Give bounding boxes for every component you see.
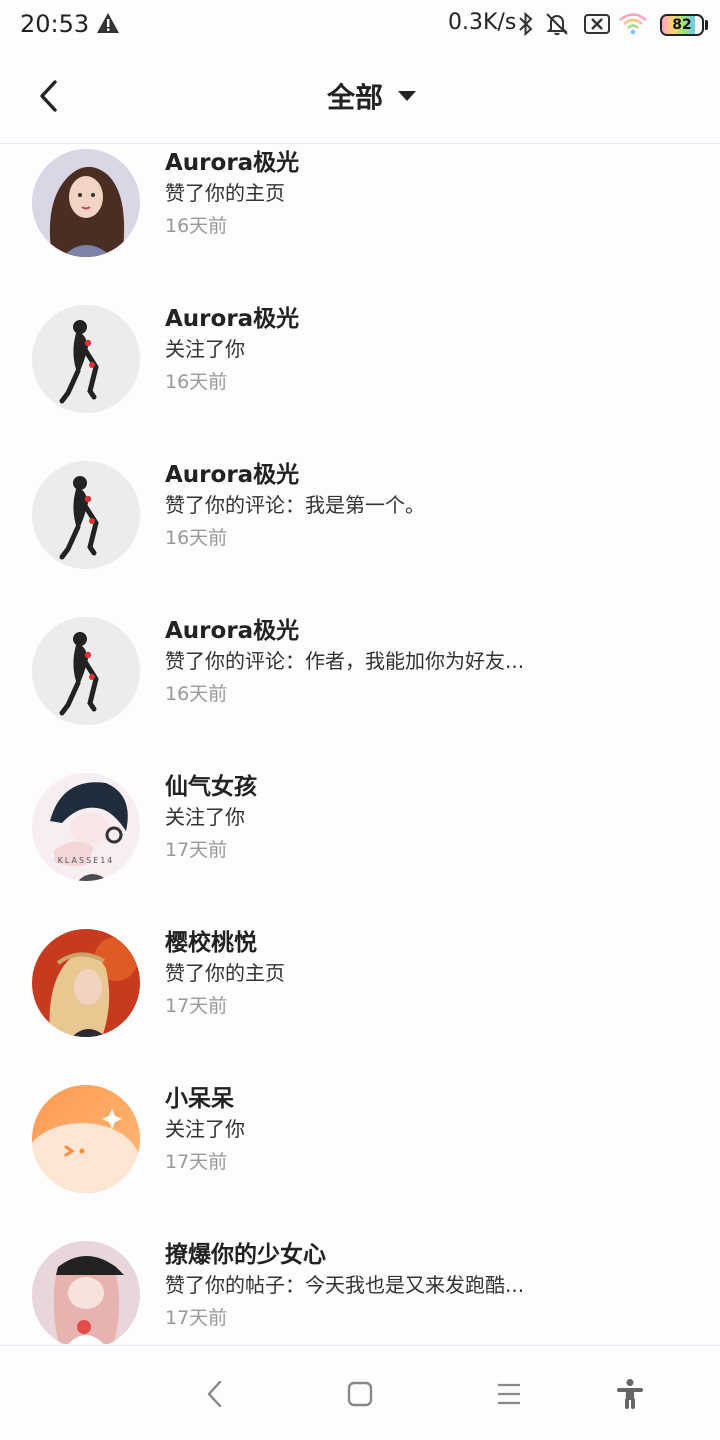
status-time: 20:53	[20, 10, 90, 38]
list-item[interactable]: KLASSE14 仙气女孩 关注了你 17天前	[0, 761, 720, 917]
notification-action: 关注了你	[165, 805, 245, 829]
avatar-watermark-text: KLASSE14	[58, 856, 115, 865]
notification-time: 17天前	[165, 995, 228, 1017]
notification-action: 关注了你	[165, 1117, 245, 1141]
avatar-cap-girl	[32, 1241, 140, 1344]
notification-action: 赞了你的评论：作者，我能加你为好友...	[165, 649, 525, 673]
bluetooth-icon	[519, 11, 533, 37]
battery-icon: 82	[660, 14, 704, 36]
notification-time: 16天前	[165, 683, 228, 705]
avatar-anime-figure	[32, 461, 140, 569]
avatar-sketch-girl: KLASSE14	[32, 773, 140, 881]
list-item[interactable]: Aurora极光 赞了你的评论：我是第一个。 16天前	[0, 449, 720, 605]
battery-cap	[705, 20, 708, 30]
user-name[interactable]: Aurora极光	[165, 145, 299, 177]
list-item[interactable]: Aurora极光 赞了你的主页 16天前	[0, 145, 720, 293]
nav-back-button[interactable]	[196, 1376, 232, 1412]
list-item[interactable]: 小呆呆 关注了你 17天前	[0, 1073, 720, 1229]
avatar-blonde-braid	[32, 929, 140, 1037]
avatar[interactable]: KLASSE14	[32, 773, 140, 881]
avatar[interactable]	[32, 617, 140, 725]
accessibility-icon	[617, 1379, 643, 1409]
notification-time: 16天前	[165, 527, 228, 549]
user-name[interactable]: Aurora极光	[165, 611, 299, 645]
avatar[interactable]	[32, 305, 140, 413]
network-speed: 0.3K/s	[448, 10, 517, 35]
nav-accessibility-button[interactable]	[612, 1376, 648, 1412]
user-name[interactable]: 小呆呆	[165, 1079, 234, 1113]
user-name[interactable]: 樱校桃悦	[165, 923, 257, 957]
list-item[interactable]: Aurora极光 赞了你的评论：作者，我能加你为好友... 16天前	[0, 605, 720, 761]
battery-percent: 82	[672, 17, 692, 33]
menu-icon	[498, 1383, 520, 1405]
page-title: 全部	[326, 81, 383, 114]
notification-action: 赞了你的主页	[165, 181, 285, 205]
user-name[interactable]: 仙气女孩	[165, 767, 257, 801]
list-item[interactable]: 撩爆你的少女心 赞了你的帖子：今天我也是又来发跑酷... 17天前	[0, 1229, 720, 1344]
wifi-icon	[619, 13, 647, 35]
system-nav-bar	[0, 1345, 720, 1440]
avatar[interactable]	[32, 149, 140, 257]
list-item[interactable]: Aurora极光 关注了你 16天前	[0, 293, 720, 449]
notification-action: 赞了你的评论：我是第一个。	[165, 493, 425, 517]
list-item[interactable]: 樱校桃悦 赞了你的主页 17天前	[0, 917, 720, 1073]
notification-time: 17天前	[165, 1307, 228, 1329]
notification-action: 关注了你	[165, 337, 245, 361]
notification-time: 16天前	[165, 215, 228, 237]
notification-list: Aurora极光 赞了你的主页 16天前 Aurora极光 关注了你 16天前	[0, 145, 720, 1344]
sim-off-icon	[584, 14, 610, 34]
nav-menu-button[interactable]	[491, 1376, 527, 1412]
avatar-curly-girl	[32, 149, 140, 257]
avatar[interactable]	[32, 929, 140, 1037]
user-name[interactable]: Aurora极光	[165, 455, 299, 489]
back-icon	[207, 1380, 222, 1408]
caret-down-icon	[398, 91, 416, 101]
filter-dropdown[interactable]: 全部	[0, 76, 720, 116]
avatar[interactable]	[32, 1241, 140, 1344]
avatar[interactable]	[32, 461, 140, 569]
home-icon	[347, 1381, 373, 1407]
notification-time: 17天前	[165, 1151, 228, 1173]
notification-action: 赞了你的帖子：今天我也是又来发跑酷...	[165, 1273, 525, 1297]
user-name[interactable]: Aurora极光	[165, 299, 299, 333]
notification-action: 赞了你的主页	[165, 961, 285, 985]
header: 全部	[0, 50, 720, 144]
avatar-orange-face	[32, 1085, 140, 1193]
user-name[interactable]: 撩爆你的少女心	[165, 1235, 326, 1269]
status-bar: 20:53 0.3K/s 82	[0, 0, 720, 50]
notification-time: 17天前	[165, 839, 228, 861]
nav-home-button[interactable]	[342, 1376, 378, 1412]
notification-time: 16天前	[165, 371, 228, 393]
warning-icon	[97, 13, 119, 33]
avatar-anime-figure	[32, 305, 140, 413]
avatar-anime-figure	[32, 617, 140, 725]
avatar[interactable]	[32, 1085, 140, 1193]
bell-muted-icon	[546, 13, 568, 36]
